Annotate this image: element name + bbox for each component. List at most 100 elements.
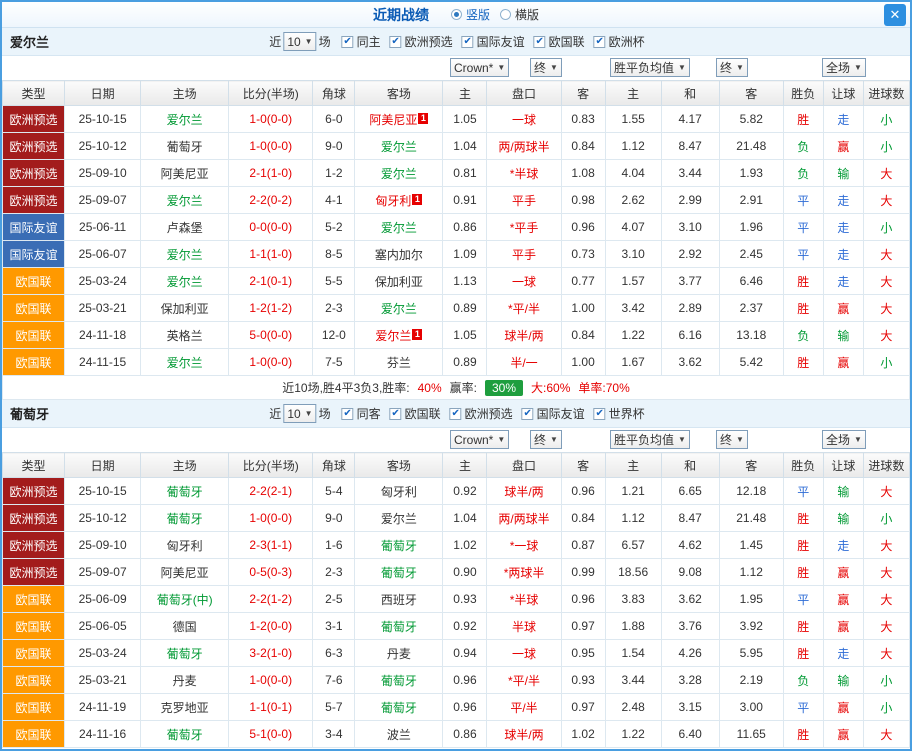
chevron-down-icon: ▼ xyxy=(854,435,862,444)
away-team[interactable]: 葡萄牙 xyxy=(355,694,443,721)
matches-label: 场 xyxy=(319,33,331,50)
filter-checkbox-same-away[interactable]: ✔同客 xyxy=(342,405,381,422)
away-team[interactable]: 保加利亚 xyxy=(355,268,443,295)
home-team[interactable]: 爱尔兰 xyxy=(141,106,229,133)
radio-vertical-layout[interactable] xyxy=(451,9,462,20)
home-team[interactable]: 卢森堡 xyxy=(141,214,229,241)
table-row: 欧国联 25-06-05 德国 1-2(0-0) 3-1 葡萄牙 0.92 半球… xyxy=(3,613,910,640)
table-row: 欧国联 25-03-21 保加利亚 1-2(1-2) 2-3 爱尔兰 0.89 … xyxy=(3,295,910,322)
section-ireland: 爱尔兰 近 10 ▼ 场 ✔同主 ✔欧洲预选 ✔国际友谊 ✔欧国联 ✔欧洲杯 C… xyxy=(2,28,910,400)
table-row: 欧国联 24-11-16 葡萄牙 5-1(0-0) 3-4 波兰 0.86 球半… xyxy=(3,721,910,748)
match-date: 25-10-15 xyxy=(65,106,141,133)
away-team[interactable]: 芬兰 xyxy=(355,349,443,376)
odds-average-select[interactable]: 胜平负均值▼ xyxy=(610,58,690,77)
checkbox-checked-icon: ✔ xyxy=(522,408,534,420)
odds-home-win: 1.22 xyxy=(605,322,661,349)
away-team[interactable]: 西班牙 xyxy=(355,586,443,613)
col-header-ah-home: 主 xyxy=(443,453,487,478)
match-count-select[interactable]: 10 ▼ xyxy=(283,404,316,423)
away-team[interactable]: 波兰 xyxy=(355,721,443,748)
radio-horizontal-layout[interactable] xyxy=(500,9,511,20)
home-team[interactable]: 葡萄牙 xyxy=(141,505,229,532)
filter-checkbox-friendly[interactable]: ✔国际友谊 xyxy=(462,33,525,50)
away-team[interactable]: 丹麦 xyxy=(355,640,443,667)
filter-checkbox-same-home[interactable]: ✔同主 xyxy=(342,33,381,50)
filter-checkbox-euro-qualifiers[interactable]: ✔欧洲预选 xyxy=(390,33,453,50)
filter-checkbox-euro-cup[interactable]: ✔欧洲杯 xyxy=(594,33,645,50)
horizontal-layout-label[interactable]: 横版 xyxy=(515,6,539,23)
home-team[interactable]: 匈牙利 xyxy=(141,532,229,559)
away-team[interactable]: 匈牙利 xyxy=(355,478,443,505)
home-team[interactable]: 德国 xyxy=(141,613,229,640)
away-team[interactable]: 阿美尼亚1 xyxy=(355,106,443,133)
home-team[interactable]: 爱尔兰 xyxy=(141,268,229,295)
away-team[interactable]: 爱尔兰 xyxy=(355,160,443,187)
home-team[interactable]: 葡萄牙(中) xyxy=(141,586,229,613)
handicap-result: 输 xyxy=(823,322,863,349)
col-header-odds-home: 主 xyxy=(605,81,661,106)
bookmaker-select[interactable]: Crown*▼ xyxy=(450,430,509,449)
match-date: 25-06-05 xyxy=(65,613,141,640)
bookmaker-select[interactable]: Crown*▼ xyxy=(450,58,509,77)
odds-away-win: 2.37 xyxy=(719,295,783,322)
scope-select[interactable]: 全场▼ xyxy=(822,58,866,77)
away-team[interactable]: 爱尔兰 xyxy=(355,505,443,532)
handicap-odds-away: 1.02 xyxy=(561,721,605,748)
handicap-odds-home: 1.04 xyxy=(443,505,487,532)
score: 0-0(0-0) xyxy=(229,214,313,241)
home-team[interactable]: 爱尔兰 xyxy=(141,241,229,268)
filter-checkbox-euro-qualifiers[interactable]: ✔欧洲预选 xyxy=(450,405,513,422)
odds-away-win: 2.19 xyxy=(719,667,783,694)
home-team[interactable]: 葡萄牙 xyxy=(141,133,229,160)
home-team[interactable]: 葡萄牙 xyxy=(141,721,229,748)
table-row: 欧洲预选 25-09-07 爱尔兰 2-2(0-2) 4-1 匈牙利1 0.91… xyxy=(3,187,910,214)
handicap-odds-home: 0.89 xyxy=(443,349,487,376)
filter-checkbox-nations-league[interactable]: ✔欧国联 xyxy=(534,33,585,50)
checkbox-checked-icon: ✔ xyxy=(390,408,402,420)
away-team[interactable]: 匈牙利1 xyxy=(355,187,443,214)
corners: 7-5 xyxy=(313,349,355,376)
odds-away-win: 13.18 xyxy=(719,322,783,349)
away-team[interactable]: 爱尔兰 xyxy=(355,133,443,160)
odds-away-win: 2.91 xyxy=(719,187,783,214)
away-team[interactable]: 葡萄牙 xyxy=(355,532,443,559)
home-team[interactable]: 保加利亚 xyxy=(141,295,229,322)
odds-away-win: 1.12 xyxy=(719,559,783,586)
away-team[interactable]: 葡萄牙 xyxy=(355,667,443,694)
away-team[interactable]: 爱尔兰 xyxy=(355,214,443,241)
match-date: 25-06-07 xyxy=(65,241,141,268)
home-team[interactable]: 阿美尼亚 xyxy=(141,160,229,187)
handicap-odds-home: 0.89 xyxy=(443,295,487,322)
away-team[interactable]: 爱尔兰 xyxy=(355,295,443,322)
goals-over-under-result: 大 xyxy=(863,640,909,667)
scope-select[interactable]: 全场▼ xyxy=(822,430,866,449)
home-team[interactable]: 爱尔兰 xyxy=(141,349,229,376)
handicap-time-select[interactable]: 终▼ xyxy=(530,58,562,77)
corners: 2-3 xyxy=(313,295,355,322)
checkbox-checked-icon: ✔ xyxy=(390,36,402,48)
odds-time-select[interactable]: 终▼ xyxy=(716,58,748,77)
home-team[interactable]: 阿美尼亚 xyxy=(141,559,229,586)
match-count-select[interactable]: 10 ▼ xyxy=(283,32,316,51)
handicap-time-select[interactable]: 终▼ xyxy=(530,430,562,449)
filter-checkbox-friendly[interactable]: ✔国际友谊 xyxy=(522,405,585,422)
home-team[interactable]: 丹麦 xyxy=(141,667,229,694)
home-team[interactable]: 葡萄牙 xyxy=(141,640,229,667)
table-row: 欧国联 25-06-09 葡萄牙(中) 2-2(1-2) 2-5 西班牙 0.9… xyxy=(3,586,910,613)
close-button[interactable]: ✕ xyxy=(884,4,906,26)
handicap-result: 走 xyxy=(823,187,863,214)
away-team[interactable]: 塞内加尔 xyxy=(355,241,443,268)
odds-time-select[interactable]: 终▼ xyxy=(716,430,748,449)
score: 0-5(0-3) xyxy=(229,559,313,586)
home-team[interactable]: 爱尔兰 xyxy=(141,187,229,214)
home-team[interactable]: 克罗地亚 xyxy=(141,694,229,721)
filter-checkbox-nations-league[interactable]: ✔欧国联 xyxy=(390,405,441,422)
home-team[interactable]: 英格兰 xyxy=(141,322,229,349)
away-team[interactable]: 葡萄牙 xyxy=(355,613,443,640)
home-team[interactable]: 葡萄牙 xyxy=(141,478,229,505)
vertical-layout-label[interactable]: 竖版 xyxy=(466,6,490,23)
away-team[interactable]: 爱尔兰1 xyxy=(355,322,443,349)
odds-average-select[interactable]: 胜平负均值▼ xyxy=(610,430,690,449)
filter-checkbox-world-cup[interactable]: ✔世界杯 xyxy=(594,405,645,422)
away-team[interactable]: 葡萄牙 xyxy=(355,559,443,586)
